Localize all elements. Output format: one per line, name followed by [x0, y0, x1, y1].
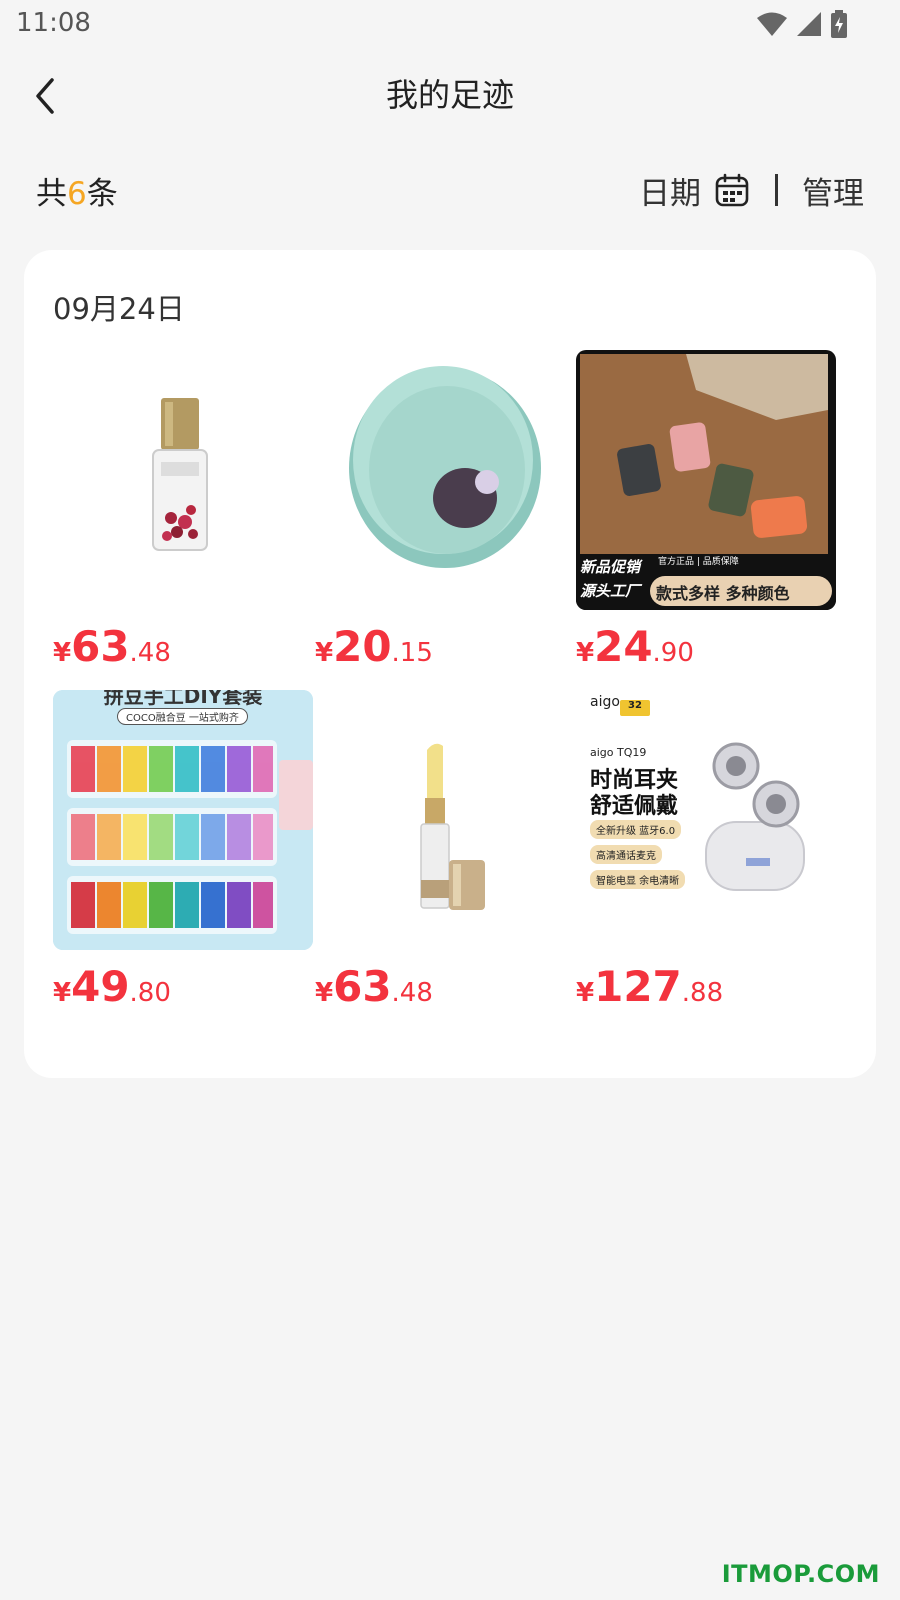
price-integer: 49 — [71, 962, 130, 1011]
product-item[interactable]: ¥20.15 — [315, 350, 575, 690]
product-image-lip-balm — [315, 690, 575, 950]
summary-row: 共6条 日期 管理 — [36, 168, 864, 212]
product-item[interactable]: aigo 32 aigo TQ19 时尚耳夹 舒适佩戴 全新升级 蓝牙6.0 高… — [576, 690, 836, 1030]
date-filter-button[interactable]: 日期 — [639, 168, 749, 213]
promo-left-1: 新品促销 — [580, 558, 641, 576]
toolbar-divider — [775, 174, 778, 206]
battery-icon — [831, 10, 847, 38]
status-bar: 11:08 — [0, 0, 900, 48]
price-decimal: .80 — [129, 978, 171, 1008]
earphone-headline-2: 舒适佩戴 — [590, 794, 679, 819]
bead-banner-title: 拼豆手工DIY套装 — [103, 690, 263, 708]
product-price: ¥24.90 — [576, 622, 694, 671]
currency-symbol: ¥ — [315, 638, 334, 668]
manage-button[interactable]: 管理 — [802, 168, 864, 213]
status-icons — [756, 10, 848, 38]
product-price: ¥63.48 — [315, 962, 433, 1011]
earphone-model: aigo TQ19 — [590, 746, 647, 759]
calendar-icon — [715, 173, 749, 207]
total-suffix: 条 — [86, 176, 118, 212]
price-integer: 127 — [594, 962, 682, 1011]
price-decimal: .48 — [391, 978, 433, 1008]
product-price: ¥20.15 — [315, 622, 433, 671]
product-image-earphones: aigo 32 aigo TQ19 时尚耳夹 舒适佩戴 全新升级 蓝牙6.0 高… — [576, 690, 836, 950]
toolbar: 日期 管理 — [639, 168, 864, 212]
watermark: ITMOP.COM — [721, 1560, 880, 1588]
product-price: ¥63.48 — [53, 622, 171, 671]
earphone-tag-1: 全新升级 蓝牙6.0 — [590, 820, 682, 839]
product-item[interactable]: 拼豆手工DIY套装 COCO融合豆 一站式购齐 ¥49.80 — [53, 690, 313, 1030]
price-decimal: .90 — [652, 638, 694, 668]
price-integer: 63 — [71, 622, 130, 671]
promo-right: 款式多样 多种颜色 — [656, 584, 790, 603]
price-decimal: .48 — [129, 638, 171, 668]
earphone-brand: aigo — [590, 694, 620, 710]
currency-symbol: ¥ — [576, 638, 595, 668]
total-count: 共6条 — [36, 168, 118, 213]
page-title: 我的足迹 — [385, 76, 514, 114]
date-filter-label: 日期 — [639, 175, 701, 212]
currency-symbol: ¥ — [576, 978, 595, 1008]
history-card: 09月24日 ¥63.48 ¥20.15 官方正品 | 品质保障 新品促销 源头… — [24, 250, 876, 1078]
product-item[interactable]: 官方正品 | 品质保障 新品促销 源头工厂 款式多样 多种颜色 ¥24.90 — [576, 350, 836, 690]
promo-top: 官方正品 | 品质保障 — [658, 557, 739, 567]
price-decimal: .15 — [391, 638, 433, 668]
price-integer: 20 — [333, 622, 392, 671]
nav-bar: 我的足迹 — [0, 60, 900, 124]
product-item[interactable]: ¥63.48 — [53, 350, 313, 690]
price-integer: 24 — [594, 622, 653, 671]
product-price: ¥49.80 — [53, 962, 171, 1011]
product-image-perfume — [53, 350, 313, 610]
currency-symbol: ¥ — [53, 638, 72, 668]
total-prefix: 共 — [36, 176, 67, 212]
total-number: 6 — [67, 176, 87, 212]
signal-icon — [797, 12, 821, 36]
bead-banner-sub: COCO融合豆 一站式购齐 — [117, 708, 248, 725]
product-image-basin — [315, 350, 575, 610]
product-item[interactable]: ¥63.48 — [315, 690, 575, 1030]
group-date: 09月24日 — [53, 292, 185, 326]
wifi-icon — [757, 12, 787, 36]
status-time: 11:08 — [16, 8, 91, 38]
currency-symbol: ¥ — [315, 978, 334, 1008]
product-price: ¥127.88 — [576, 962, 723, 1011]
promo-left-2: 源头工厂 — [580, 582, 641, 600]
price-integer: 63 — [333, 962, 392, 1011]
price-decimal: .88 — [681, 978, 724, 1008]
earphone-badge: 32 — [628, 700, 642, 711]
product-image-keychains: 官方正品 | 品质保障 新品促销 源头工厂 款式多样 多种颜色 — [576, 350, 836, 610]
earphone-tag-3: 智能电显 余电清晰 — [590, 870, 686, 889]
earphone-tag-2: 高清通话麦克 — [590, 845, 662, 864]
product-image-bead-kit: 拼豆手工DIY套装 COCO融合豆 一站式购齐 — [53, 690, 313, 950]
currency-symbol: ¥ — [53, 978, 72, 1008]
